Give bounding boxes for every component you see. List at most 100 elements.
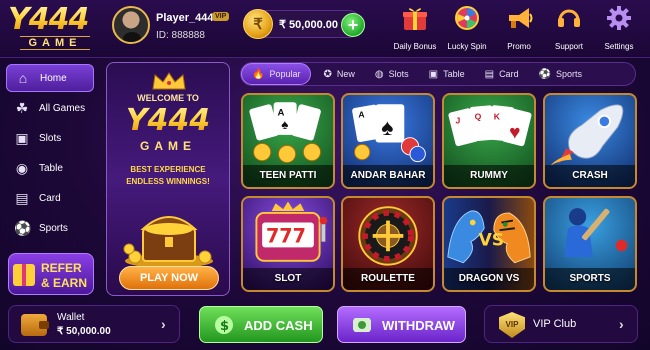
roulette-wheel-icon xyxy=(358,206,418,266)
game-card-teen-patti[interactable]: A ♠ TEEN PATTI xyxy=(241,93,335,189)
daily-bonus-button[interactable]: Daily Bonus xyxy=(390,4,440,54)
gear-icon xyxy=(607,6,631,30)
megaphone-icon xyxy=(509,8,533,28)
tab-new[interactable]: ✪ New xyxy=(315,63,362,85)
gift-icon xyxy=(403,8,427,30)
sidebar-item-label: Home xyxy=(40,72,67,84)
svg-text:♠: ♠ xyxy=(381,114,393,140)
wallet-icon xyxy=(21,314,49,336)
cash-icon: $ xyxy=(215,316,233,334)
game-title: ANDAR BAHAR xyxy=(343,165,433,187)
game-title: TEEN PATTI xyxy=(243,165,333,187)
vip-club-label: VIP Club xyxy=(533,318,577,330)
ball-icon: ⚽ xyxy=(14,220,32,236)
slot-machine-icon: 777 xyxy=(255,201,328,262)
playing-cards-icon: A ♠ xyxy=(352,104,426,163)
settings-button[interactable]: Settings xyxy=(594,4,644,54)
game-title: SLOT xyxy=(243,268,333,290)
game-card-rummy[interactable]: J Q K ♥ RUMMY xyxy=(442,93,536,189)
game-title: CRASH xyxy=(545,165,635,187)
sidebar-item-slots[interactable]: ▣ Slots xyxy=(6,124,94,152)
cricket-player-icon xyxy=(564,208,628,257)
svg-text:♠: ♠ xyxy=(281,117,288,132)
svg-text:Q: Q xyxy=(475,112,482,122)
avatar[interactable] xyxy=(112,6,150,44)
tab-label: Slots xyxy=(388,69,409,79)
player-id: ID: 888888 xyxy=(156,30,205,41)
tab-sports[interactable]: ⚽ Sports xyxy=(531,63,590,85)
table-icon: ◉ xyxy=(15,160,29,176)
top-bar: Y444 GAME Player_444 VIP ID: 888888 ₹ ₹ … xyxy=(0,0,650,58)
game-card-slot[interactable]: 777 SLOT xyxy=(241,196,335,292)
sidebar-item-label: Card xyxy=(39,192,61,204)
dragon-tiger-icon: VS xyxy=(447,210,531,264)
svg-text:777: 777 xyxy=(266,225,306,248)
promo-button[interactable]: Promo xyxy=(494,4,544,54)
sidebar-item-label: Slots xyxy=(39,132,62,144)
vip-shield-icon: VIP xyxy=(499,312,525,338)
svg-text:A: A xyxy=(358,110,364,120)
card-icon: ▤ xyxy=(484,68,495,80)
svg-text:♥: ♥ xyxy=(509,123,520,144)
grid-icon: ☘ xyxy=(15,100,29,116)
sidebar-item-label: Sports xyxy=(39,222,68,234)
sidebar-item-label: Table xyxy=(39,162,63,174)
tab-table[interactable]: ▣ Table xyxy=(421,63,473,85)
tab-popular[interactable]: 🔥 Popular xyxy=(241,63,312,85)
play-now-button[interactable]: PLAY NOW xyxy=(119,266,219,290)
playing-cards-icon: A ♠ xyxy=(249,102,322,164)
sidebar-item-all-games[interactable]: ☘ All Games xyxy=(6,94,94,122)
logo-subtext: GAME xyxy=(20,36,90,50)
refer-earn-button[interactable]: REFER & EARN xyxy=(8,253,94,295)
game-card-crash[interactable]: CRASH xyxy=(543,93,637,189)
category-tabs: 🔥 Popular ✪ New ◍ Slots ▣ Table ▤ Card ⚽… xyxy=(240,62,636,86)
home-icon: ⌂ xyxy=(18,70,28,86)
sidebar: ⌂ Home ☘ All Games ▣ Slots ◉ Table ▤ Car… xyxy=(6,64,96,244)
game-card-andar-bahar[interactable]: A ♠ ANDAR BAHAR xyxy=(341,93,435,189)
tab-slots[interactable]: ◍ Slots xyxy=(367,63,417,85)
app-logo[interactable]: Y444 GAME xyxy=(8,4,104,54)
banner-logo-text: Y444 xyxy=(107,103,229,138)
table-icon: ▣ xyxy=(428,68,439,80)
treasure-chest-icon xyxy=(123,216,213,268)
game-card-roulette[interactable]: ROULETTE xyxy=(341,196,435,292)
sidebar-item-card[interactable]: ▤ Card xyxy=(6,184,94,212)
crown-icon xyxy=(152,72,186,90)
tab-label: Popular xyxy=(269,69,301,79)
slot-icon: ◍ xyxy=(374,68,384,80)
sidebar-item-sports[interactable]: ⚽ Sports xyxy=(6,214,94,242)
withdraw-label: WITHDRAW xyxy=(382,318,455,333)
svg-text:$: $ xyxy=(220,319,229,334)
game-card-dragon-vs-tiger[interactable]: VS DRAGON VS TIGER xyxy=(442,196,536,292)
vip-club-button[interactable]: VIP VIP Club › xyxy=(484,305,638,343)
withdraw-button[interactable]: WITHDRAW xyxy=(337,306,466,343)
sidebar-item-table[interactable]: ◉ Table xyxy=(6,154,94,182)
sidebar-item-home[interactable]: ⌂ Home xyxy=(6,64,94,92)
headset-icon xyxy=(558,9,580,27)
banner-tagline-1: BEST EXPERIENCE xyxy=(130,165,206,174)
banner-tagline-2: ENDLESS WINNINGS! xyxy=(126,177,210,186)
wallet-label: Wallet xyxy=(57,312,85,323)
lucky-spin-button[interactable]: Lucky Spin xyxy=(442,4,492,54)
refer-label-line1: REFER xyxy=(41,261,82,275)
coin-icon: ₹ xyxy=(243,9,273,39)
svg-text:VS: VS xyxy=(478,230,504,250)
wallet-panel[interactable]: Wallet ₹ 50,000.00 › xyxy=(8,305,180,343)
balance-display: ₹ ₹ 50,000.00 + xyxy=(243,9,365,39)
welcome-banner[interactable]: WELCOME TO Y444 GAME BEST EXPERIENCE END… xyxy=(106,62,230,296)
gift-icon xyxy=(13,264,35,286)
support-button[interactable]: Support xyxy=(544,4,594,54)
tab-card[interactable]: ▤ Card xyxy=(477,63,527,85)
add-cash-button[interactable]: $ ADD CASH xyxy=(199,306,323,343)
add-cash-label: ADD CASH xyxy=(244,318,313,333)
player-profile[interactable]: Player_444 VIP ID: 888888 xyxy=(112,6,242,50)
wallet-value: ₹ 50,000.00 xyxy=(57,326,111,337)
chevron-right-icon: › xyxy=(619,316,624,332)
add-balance-button[interactable]: + xyxy=(341,13,365,37)
banner-welcome: WELCOME TO xyxy=(137,93,199,103)
game-card-sports[interactable]: SPORTS xyxy=(543,196,637,292)
player-name: Player_444 xyxy=(156,12,214,24)
vip-badge: VIP xyxy=(212,12,230,21)
settings-label: Settings xyxy=(604,42,634,51)
slot-icon: ▣ xyxy=(15,130,29,146)
